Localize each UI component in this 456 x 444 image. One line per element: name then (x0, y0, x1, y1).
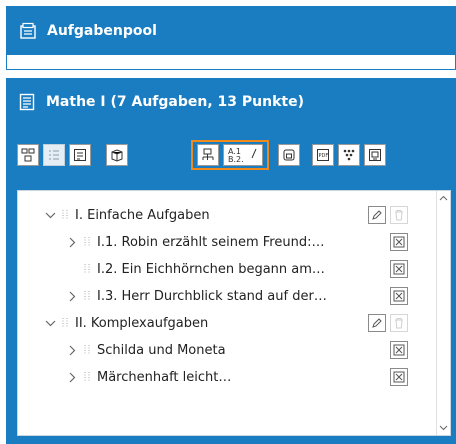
tree-item-row[interactable]: Schilda und Moneta (66, 338, 436, 362)
drag-handle-icon[interactable] (62, 209, 71, 221)
scrollbar[interactable] (436, 191, 450, 435)
drag-handle-icon[interactable] (62, 317, 71, 329)
tree-item-label: Schilda und Moneta (97, 342, 226, 358)
tree-item-label: II. Komplexaufgaben (75, 315, 209, 331)
collection-header[interactable]: Mathe I (7 Aufgaben, 13 Punkte) (6, 78, 456, 126)
svg-text:B.2.: B.2. (228, 155, 244, 164)
tree-item-label: I.1. Robin erzählt seinem Freund:… (97, 234, 325, 250)
delete-icon[interactable] (390, 206, 408, 224)
edit-icon[interactable] (368, 314, 386, 332)
screen-export-icon[interactable] (364, 144, 386, 166)
tree-item-label: Märchenhaft leicht… (97, 369, 232, 385)
chevron-right-icon[interactable] (66, 371, 78, 383)
tree-item-row[interactable]: I.3. Herr Durchblick stand auf der… (66, 284, 436, 308)
box-icon[interactable] (106, 144, 128, 166)
scroll-down-icon[interactable] (439, 425, 448, 431)
tree-item-row[interactable]: I.2. Ein Eichhörnchen begann am… (78, 257, 436, 281)
pool-title: Aufgabenpool (47, 23, 157, 39)
drag-handle-icon[interactable] (84, 236, 93, 248)
chevron-right-icon[interactable] (66, 344, 78, 356)
remove-icon[interactable] (390, 260, 408, 278)
preview-icon[interactable] (278, 144, 300, 166)
drag-handle-icon[interactable] (84, 344, 93, 356)
pool-header[interactable]: Aufgabenpool (7, 7, 455, 55)
document-icon (18, 93, 36, 111)
task-tree: I. Einfache Aufgaben I.1. Robin erzählt … (17, 190, 451, 436)
remove-icon[interactable] (390, 341, 408, 359)
collection-panel: Mathe I (7 Aufgaben, 13 Punkte) A.1 B.2. … (6, 78, 456, 444)
collection-title: Mathe I (7 Aufgaben, 13 Punkte) (46, 94, 304, 110)
list-icon[interactable] (43, 144, 65, 166)
drag-handle-icon[interactable] (84, 290, 93, 302)
remove-icon[interactable] (390, 287, 408, 305)
network-icon[interactable] (338, 144, 360, 166)
tree-item-label: I. Einfache Aufgaben (75, 207, 210, 223)
numbering-icon[interactable]: A.1 B.2. (223, 144, 263, 166)
pool-panel: Aufgabenpool (6, 6, 456, 70)
delete-icon[interactable] (390, 314, 408, 332)
chevron-down-icon[interactable] (44, 209, 56, 221)
structure-icon[interactable] (17, 144, 39, 166)
scroll-up-icon[interactable] (439, 195, 448, 201)
task-sheet-icon[interactable] (69, 144, 91, 166)
remove-icon[interactable] (390, 368, 408, 386)
pdf-export-icon[interactable]: PDF (312, 144, 334, 166)
tree-item-label: I.2. Ein Eichhörnchen begann am… (97, 261, 325, 277)
drag-handle-icon[interactable] (84, 371, 93, 383)
tree-item-row[interactable]: I.1. Robin erzählt seinem Freund:… (66, 230, 436, 254)
chevron-right-icon[interactable] (66, 236, 78, 248)
edit-icon[interactable] (368, 206, 386, 224)
tree-item-label: I.3. Herr Durchblick stand auf der… (97, 288, 327, 304)
pool-icon (19, 22, 37, 40)
chevron-right-icon[interactable] (66, 290, 78, 302)
tree-item-row[interactable]: Märchenhaft leicht… (66, 365, 436, 389)
add-task-icon[interactable] (197, 144, 219, 166)
svg-text:PDF: PDF (319, 153, 329, 159)
drag-handle-icon[interactable] (84, 263, 93, 275)
chevron-down-icon[interactable] (44, 317, 56, 329)
toolbar: A.1 B.2. PDF (6, 138, 456, 176)
remove-icon[interactable] (390, 233, 408, 251)
